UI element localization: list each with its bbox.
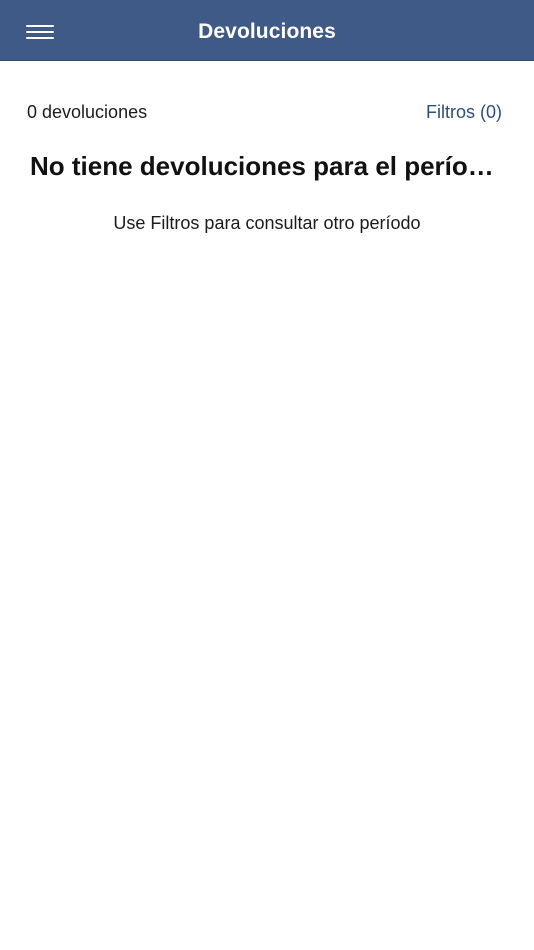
navigation-bar: Devoluciones bbox=[0, 0, 534, 61]
returns-count-label: 0 devoluciones bbox=[27, 102, 148, 122]
page-title: Devoluciones bbox=[198, 20, 336, 43]
empty-state-title: No tiene devoluciones para el período se… bbox=[30, 151, 504, 181]
empty-state-hint: Use Filtros para consultar otro período bbox=[113, 213, 421, 233]
app-screen: Devoluciones 0 devoluciones Filtros (0) … bbox=[0, 0, 534, 950]
filters-button[interactable]: Filtros (0) bbox=[426, 102, 502, 123]
